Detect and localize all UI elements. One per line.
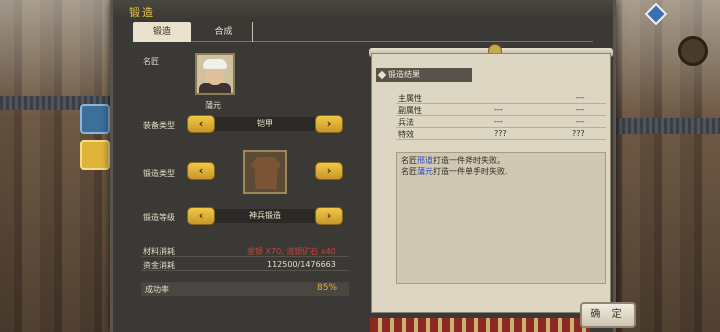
attr-name: 特效 [398, 130, 414, 139]
craftsman-label: 名匠 [143, 57, 159, 66]
forge-type-prev-button[interactable]: ‹ [187, 162, 215, 180]
attr-col2: --- [576, 93, 585, 102]
title-bar: 锻造 [113, 0, 613, 22]
log-entry: 名匠蒲元打造一件单手时失败. [401, 166, 601, 177]
forge-result-scroll: 锻造结果 主属性 --- 副属性 --- --- 兵法 --- --- 特效 ?… [371, 53, 611, 313]
attribute-row: 特效 ??? ??? [396, 128, 606, 140]
confirm-button[interactable]: 确 定 [580, 302, 636, 328]
diamond-icon [377, 70, 387, 80]
log-craftsman-name: 邢道 [417, 156, 433, 165]
forge-level-value: 神兵锻造 [201, 209, 329, 223]
equip-type-prev-button[interactable]: ‹ [187, 115, 215, 133]
material-cost-row: 材料消耗 金银 X70, 流银矿石 x40 [141, 246, 349, 257]
material-cost-value: 金银 X70, 流银矿石 x40 [247, 247, 336, 256]
forge-level-next-button[interactable]: › [315, 207, 343, 225]
forge-type-next-button[interactable]: › [315, 162, 343, 180]
log-message: 打造一件斧时失败。 [433, 156, 505, 165]
log-prefix: 名匠 [401, 156, 417, 165]
attribute-row: 主属性 --- [396, 92, 606, 104]
forge-level-prev-button[interactable]: ‹ [187, 207, 215, 225]
equip-type-next-button[interactable]: › [315, 115, 343, 133]
equip-type-selector: 铠甲 ‹ › [187, 115, 343, 133]
side-map-button[interactable] [80, 104, 110, 134]
success-rate-row: 成功率 85% [141, 282, 349, 296]
log-prefix: 名匠 [401, 167, 417, 176]
tab-forge[interactable]: 锻造 [133, 22, 191, 42]
roof-right [616, 118, 720, 134]
attribute-row: 兵法 --- --- [396, 116, 606, 128]
window-title: 锻造 [129, 6, 155, 19]
craftsman-portrait[interactable] [195, 53, 235, 95]
drum-icon [678, 36, 708, 66]
log-craftsman-name: 蒲元 [417, 167, 433, 176]
material-cost-label: 材料消耗 [143, 247, 175, 256]
equip-type-label: 装备类型 [143, 121, 175, 130]
forge-window: 锻造 锻造 合成 名匠 蒲元 装备类型 铠甲 ‹ › 锻造类型 ‹ › 锻造等级… [110, 0, 616, 332]
log-entry: 名匠邢道打造一件斧时失败。 [401, 155, 601, 166]
attr-col2: ??? [572, 129, 585, 138]
result-title: 锻造结果 [388, 70, 420, 79]
forge-level-selector: 神兵锻造 ‹ › [187, 207, 343, 225]
attr-col2: --- [576, 105, 585, 114]
money-cost-value: 112500/1476663 [267, 260, 336, 269]
attr-col1: ??? [494, 129, 507, 138]
bottom-decoration [370, 318, 590, 332]
portrait-hat [203, 59, 227, 69]
tab-bar: 锻造 合成 [133, 22, 593, 42]
attribute-row: 副属性 --- --- [396, 104, 606, 116]
craftsman-name: 蒲元 [205, 101, 221, 110]
attribute-table: 主属性 --- 副属性 --- --- 兵法 --- --- 特效 ??? ??… [396, 92, 606, 140]
forge-log: 名匠邢道打造一件斧时失败。 名匠蒲元打造一件单手时失败. [396, 152, 606, 284]
attr-name: 副属性 [398, 106, 422, 115]
attr-name: 主属性 [398, 94, 422, 103]
forge-type-label: 锻造类型 [143, 169, 175, 178]
money-cost-row: 资金消耗 112500/1476663 [141, 260, 349, 271]
result-header: 锻造结果 [376, 68, 472, 82]
side-home-button[interactable] [80, 140, 110, 170]
attr-col2: --- [576, 117, 585, 126]
success-rate-label: 成功率 [145, 285, 169, 294]
log-message: 打造一件单手时失败. [433, 167, 508, 176]
forge-item-slot[interactable] [243, 150, 287, 194]
money-cost-label: 资金消耗 [143, 261, 175, 270]
equip-type-value: 铠甲 [201, 117, 329, 131]
attr-name: 兵法 [398, 118, 414, 127]
tab-synthesis[interactable]: 合成 [195, 22, 253, 42]
attr-col1: --- [494, 117, 503, 126]
forge-level-label: 锻造等级 [143, 213, 175, 222]
attr-col1: --- [494, 105, 503, 114]
armor-icon [251, 157, 281, 189]
success-rate-value: 85% [317, 283, 338, 293]
